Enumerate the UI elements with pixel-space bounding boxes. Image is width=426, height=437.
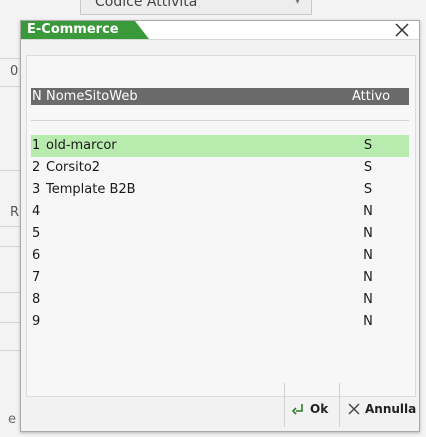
row-number: 5: [32, 226, 41, 241]
close-button[interactable]: [393, 21, 411, 39]
background-divider: [0, 322, 20, 323]
background-label: R: [10, 205, 20, 220]
table-row[interactable]: 5 N: [31, 223, 409, 245]
sites-table: 1 old-marcor S 2 Corsito2 S 3 Template B…: [31, 135, 409, 333]
background-label: 0: [10, 64, 19, 79]
row-active: N: [363, 204, 373, 219]
row-number: 2: [32, 160, 41, 175]
sites-panel: N NomeSitoWeb Attivo 1 old-marcor S 2 Co…: [26, 55, 416, 397]
row-active: N: [363, 248, 373, 263]
table-row[interactable]: 9 N: [31, 311, 409, 333]
table-row[interactable]: 4 N: [31, 201, 409, 223]
row-number: 8: [32, 292, 41, 307]
x-icon: [348, 403, 360, 415]
row-name: Template B2B: [46, 182, 136, 197]
background-text: e: [8, 412, 16, 427]
background-divider: [0, 292, 20, 293]
row-number: 3: [32, 182, 41, 197]
table-row[interactable]: 3 Template B2B S: [31, 179, 409, 201]
table-header: N NomeSitoWeb Attivo: [31, 88, 409, 105]
ok-label: Ok: [310, 402, 329, 416]
enter-arrow-icon: [292, 404, 303, 415]
background-divider: [0, 170, 20, 171]
row-active: S: [363, 160, 373, 175]
row-number: 4: [32, 204, 41, 219]
row-number: 9: [32, 314, 41, 329]
row-active: N: [363, 270, 373, 285]
cancel-button[interactable]: Annulla: [347, 399, 416, 419]
background-divider: [0, 246, 20, 247]
cancel-label: Annulla: [365, 402, 417, 416]
row-active: N: [363, 314, 373, 329]
table-row[interactable]: 7 N: [31, 267, 409, 289]
row-number: 1: [32, 138, 41, 153]
row-number: 6: [32, 248, 41, 263]
row-active: N: [363, 292, 373, 307]
footer-divider: [284, 383, 285, 427]
row-active: S: [363, 138, 373, 153]
row-active: S: [363, 182, 373, 197]
ecommerce-dialog: E-Commerce N NomeSitoWeb Attivo 1 old-ma…: [20, 20, 420, 432]
table-row[interactable]: 8 N: [31, 289, 409, 311]
close-icon: [395, 23, 409, 37]
row-number: 7: [32, 270, 41, 285]
background-field: Codice Attività ▾: [80, 0, 312, 15]
ok-button[interactable]: Ok: [292, 399, 328, 419]
background-field-label: Codice Attività: [95, 0, 198, 10]
column-header-active: Attivo: [352, 89, 391, 104]
table-row[interactable]: 6 N: [31, 245, 409, 267]
background-divider: [0, 350, 20, 351]
dropdown-arrow-icon: ▾: [295, 0, 301, 7]
row-name: old-marcor: [46, 138, 117, 153]
dialog-titlebar[interactable]: E-Commerce: [21, 21, 419, 40]
dialog-title: E-Commerce: [27, 22, 119, 37]
row-name: Corsito2: [46, 160, 101, 175]
table-row[interactable]: 1 old-marcor S: [31, 135, 409, 157]
table-row[interactable]: 2 Corsito2 S: [31, 157, 409, 179]
background-divider: [0, 58, 20, 59]
background-divider: [0, 226, 20, 227]
header-separator: [31, 120, 409, 121]
background-divider: [0, 86, 20, 87]
footer-divider: [339, 383, 340, 427]
column-header-name: NomeSitoWeb: [46, 89, 138, 104]
column-header-n: N: [32, 89, 42, 104]
row-active: N: [363, 226, 373, 241]
